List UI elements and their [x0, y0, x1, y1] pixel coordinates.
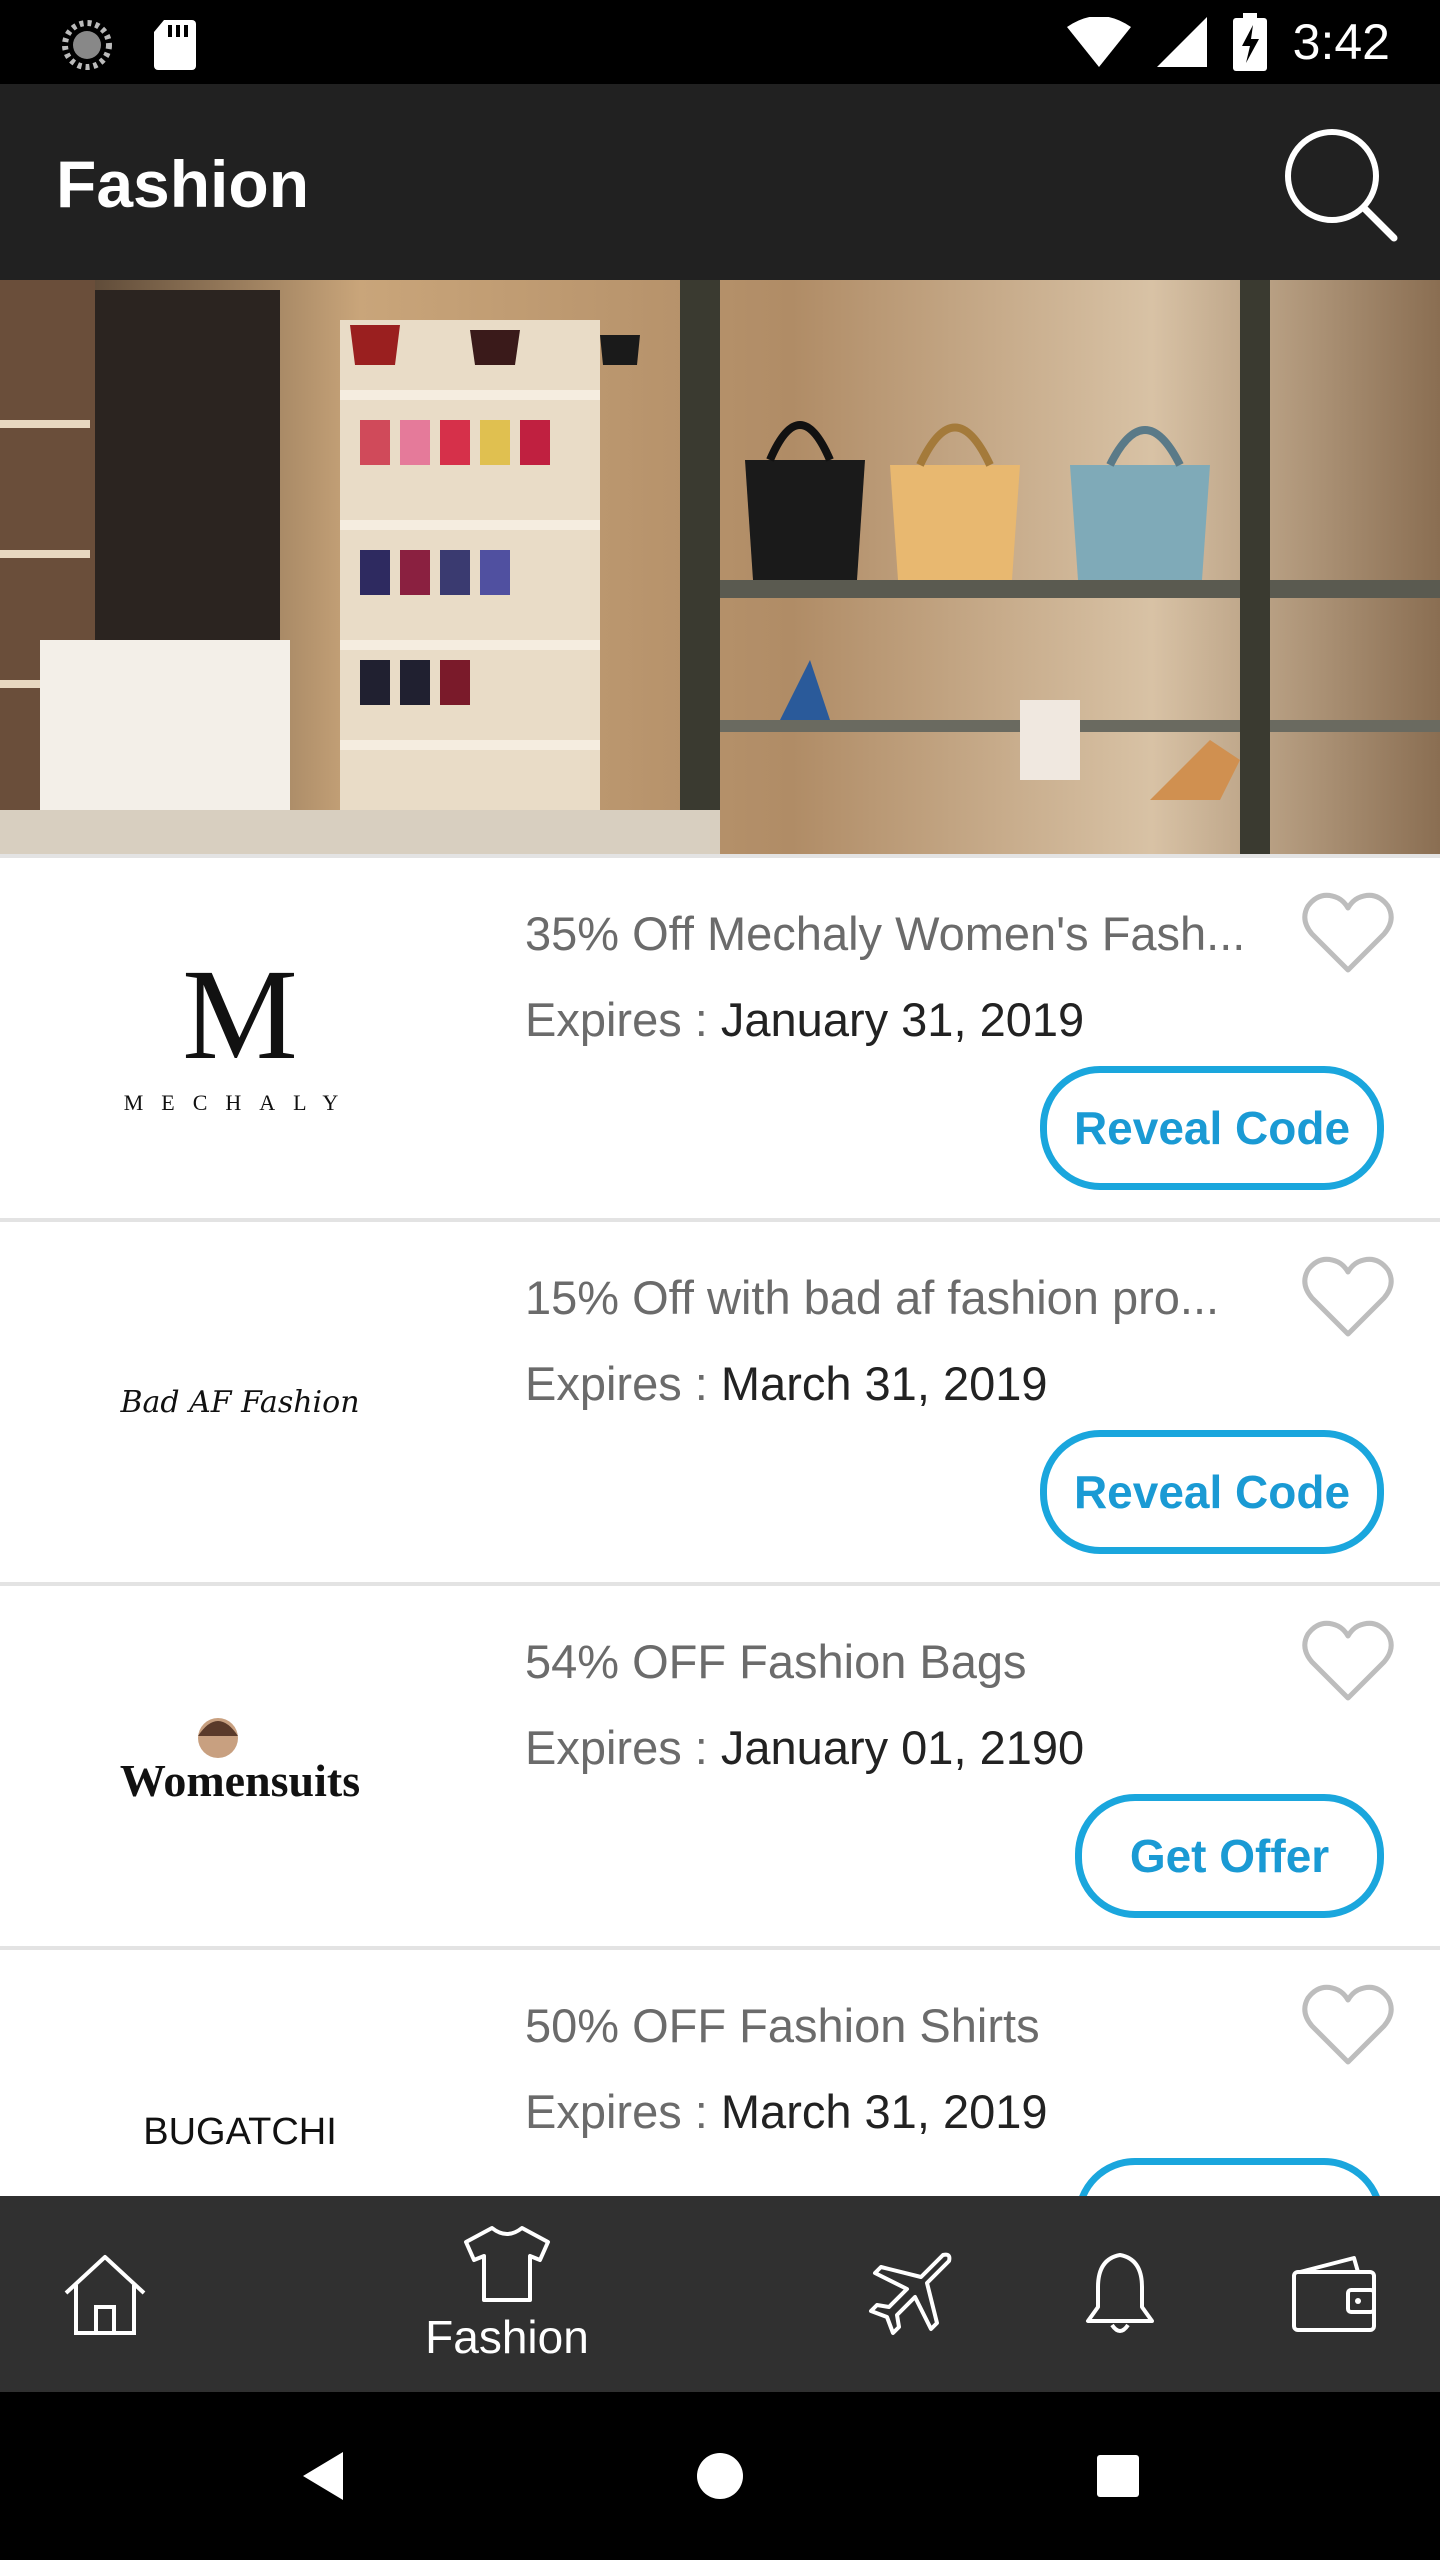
offer-card[interactable]: Womensuits 54% OFF Fashion Bags Expires …: [0, 1582, 1440, 1946]
recents-square-icon: [1097, 2455, 1139, 2497]
offer-expiry: Expires : March 31, 2019: [525, 2084, 1048, 2139]
favorite-button[interactable]: [1300, 1614, 1396, 1710]
offer-expiry: Expires : January 01, 2190: [525, 1720, 1084, 1775]
bell-icon: [1086, 2253, 1154, 2333]
bottom-navigation: Fashion: [0, 2196, 1440, 2392]
svg-text:BUGATCHI: BUGATCHI: [143, 2111, 337, 2153]
svg-text:M: M: [182, 948, 298, 1087]
airplane-icon: [869, 2252, 952, 2335]
nav-fashion[interactable]: Fashion: [400, 2196, 614, 2392]
nav-notifications[interactable]: [1070, 2196, 1170, 2392]
page-title: Fashion: [56, 147, 310, 221]
favorite-button[interactable]: [1300, 1978, 1396, 2074]
status-bar: 3:42: [0, 0, 1440, 84]
search-icon: [1285, 129, 1398, 242]
expiry-date: March 31, 2019: [720, 2085, 1048, 2138]
expiry-label: Expires :: [525, 1357, 721, 1410]
wifi-icon: [1066, 17, 1131, 67]
expiry-label: Expires :: [525, 1721, 721, 1774]
heart-icon: [1302, 1256, 1394, 1337]
search-button[interactable]: [1280, 124, 1400, 244]
heart-icon: [1302, 1984, 1394, 2065]
offer-expiry: Expires : January 31, 2019: [525, 992, 1084, 1047]
offer-expiry: Expires : March 31, 2019: [525, 1356, 1048, 1411]
system-recents-button[interactable]: [1078, 2436, 1158, 2516]
svg-text:Womensuits: Womensuits: [120, 1755, 360, 1806]
brand-logo-bugatchi: BUGATCHI: [40, 1990, 440, 2196]
brand-logo-womensuits: Womensuits: [40, 1626, 440, 1906]
reveal-code-button[interactable]: Reveal Code: [1040, 1066, 1384, 1190]
hero-banner-image: [0, 280, 1440, 854]
expiry-date: January 01, 2190: [720, 1721, 1085, 1774]
offer-title: 54% OFF Fashion Bags: [525, 1635, 1027, 1688]
svg-text:Bad AF Fashion: Bad AF Fashion: [119, 1385, 359, 1420]
system-home-button[interactable]: [680, 2436, 760, 2516]
heart-icon: [1302, 1620, 1394, 1701]
offer-title: 50% OFF Fashion Shirts: [525, 1999, 1040, 2052]
app-bar: Fashion: [0, 84, 1440, 280]
home-circle-icon: [697, 2453, 743, 2499]
tshirt-icon: [464, 2226, 550, 2302]
favorite-button[interactable]: [1300, 1250, 1396, 1346]
nav-fashion-label: Fashion: [425, 2311, 589, 2363]
get-offer-button[interactable]: Get Offer: [1075, 1794, 1384, 1918]
expiry-date: March 31, 2019: [720, 1357, 1048, 1410]
back-triangle-icon: [303, 2452, 343, 2500]
brand-logo-mechaly: M MECHALY: [40, 898, 440, 1178]
system-navigation-bar: [0, 2392, 1440, 2560]
expiry-date: January 31, 2019: [720, 993, 1085, 1046]
nav-home[interactable]: [40, 2196, 170, 2392]
offer-list: M MECHALY 35% Off Mechaly Women's Fash..…: [0, 854, 1440, 2196]
reveal-code-button[interactable]: Reveal Code: [1040, 1430, 1384, 1554]
offer-card[interactable]: BUGATCHI 50% OFF Fashion Shirts Expires …: [0, 1946, 1440, 2196]
offer-card[interactable]: Bad AF Fashion 15% Off with bad af fashi…: [0, 1218, 1440, 1582]
nav-travel[interactable]: [860, 2196, 960, 2392]
offer-action-button[interactable]: [1075, 2158, 1384, 2196]
nav-wallet[interactable]: [1280, 2196, 1390, 2392]
expiry-label: Expires :: [525, 993, 721, 1046]
offer-title: 35% Off Mechaly Women's Fash...: [525, 907, 1246, 960]
sync-status-icon: [62, 20, 112, 70]
svg-text:MECHALY: MECHALY: [124, 1090, 357, 1115]
home-icon: [64, 2255, 146, 2335]
battery-charging-icon: [1232, 13, 1267, 71]
expiry-label: Expires :: [525, 2085, 721, 2138]
status-clock: 3:42: [1292, 14, 1390, 70]
offer-title: 15% Off with bad af fashion pro...: [525, 1271, 1220, 1324]
cell-signal-icon: [1156, 17, 1207, 67]
system-back-button[interactable]: [282, 2436, 362, 2516]
favorite-button[interactable]: [1300, 886, 1396, 982]
heart-icon: [1302, 892, 1394, 973]
wallet-icon: [1292, 2256, 1376, 2332]
brand-logo-bad-af-fashion: Bad AF Fashion: [40, 1262, 440, 1542]
offer-card[interactable]: M MECHALY 35% Off Mechaly Women's Fash..…: [0, 854, 1440, 1218]
sd-card-icon: [154, 20, 196, 70]
